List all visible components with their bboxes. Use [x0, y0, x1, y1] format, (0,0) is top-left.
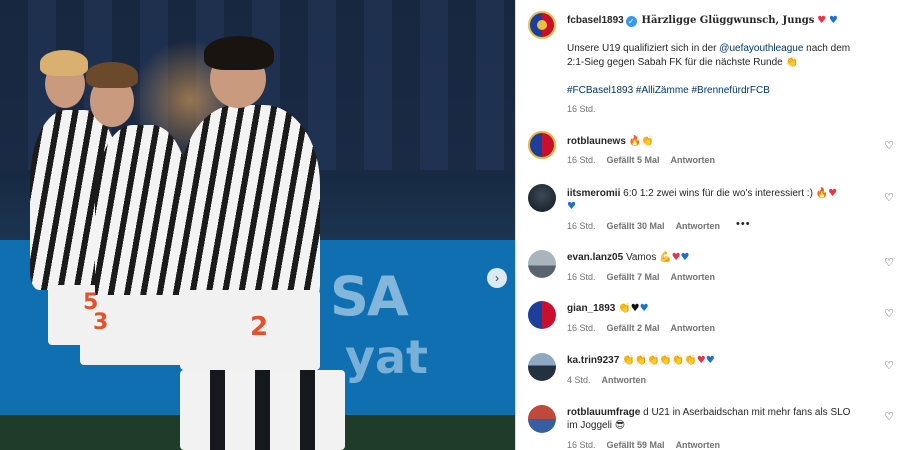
comment-avatar[interactable] [528, 301, 556, 329]
comment-meta: 16 Std. Gefällt 7 Mal Antworten [567, 272, 726, 282]
reply-button[interactable]: Antworten [676, 440, 721, 450]
like-heart-icon[interactable]: ♡ [883, 360, 895, 372]
comment-text: rotblauumfrage d U21 in Aserbaidschan mi… [567, 406, 850, 420]
comment-text-line2: ♥ [567, 200, 576, 214]
comment-username[interactable]: gian_1893 [567, 303, 615, 314]
like-heart-icon[interactable]: ♡ [883, 411, 895, 423]
comment-username[interactable]: iitsmeromii [567, 188, 620, 199]
caption-body-post: nach dem [803, 43, 851, 54]
caption-body-line1: Unsere U19 qualifiziert sich in der @uef… [567, 42, 850, 56]
caption-title: Härzligge Glüggwunsch, Jungs [641, 15, 815, 26]
comment-likes[interactable]: Gefällt 30 Mal [607, 221, 665, 231]
heart-red-icon: ♥ [817, 15, 827, 26]
comment-time: 16 Std. [567, 323, 596, 333]
player-middle-hair [86, 62, 138, 88]
author-avatar[interactable] [528, 11, 556, 39]
comment-avatar[interactable] [528, 353, 556, 381]
comment-text: gian_1893 👏♥♥ [567, 302, 649, 316]
comment-likes[interactable]: Gefällt 59 Mal [607, 440, 665, 450]
comment-username[interactable]: ka.trin9237 [567, 355, 619, 366]
comment-avatar[interactable] [528, 184, 556, 212]
reply-button[interactable]: Antworten [676, 221, 721, 231]
player-middle [95, 125, 190, 315]
comment-text: evan.lanz05 Vamos 💪♥♥ [567, 251, 690, 265]
shirt-number-2: 2 [250, 312, 269, 342]
more-options-icon[interactable]: ••• [736, 218, 751, 230]
comment-text: ka.trin9237 👏👏👏👏👏👏♥♥ [567, 354, 715, 368]
comment-username[interactable]: rotblaunews [567, 136, 626, 147]
verified-badge-icon: ✓ [625, 16, 637, 27]
reply-button[interactable]: Antworten [671, 155, 716, 165]
fire-icon: 🔥 [628, 136, 642, 147]
player-right-hair [204, 36, 274, 70]
comment-likes[interactable]: Gefällt 2 Mal [607, 323, 660, 333]
like-heart-icon[interactable]: ♡ [883, 192, 895, 204]
comment-text: iitsmeromii 6:0 1:2 zwei wins für die wo… [567, 187, 837, 201]
board-text-top: SA [330, 265, 409, 328]
flexed-arm-icon: 💪 [659, 252, 672, 263]
post-photo[interactable]: SA yat 5 3 2 › [0, 0, 515, 450]
caption-header: fcbasel1893 ✓ Härzligge Glüggwunsch, Jung… [567, 14, 838, 28]
caption-body-pre: Unsere U19 qualifiziert sich in der [567, 43, 720, 54]
player-left-hair [40, 50, 88, 76]
mention-link[interactable]: @uefayouthleague [719, 43, 803, 54]
comment-username[interactable]: evan.lanz05 [567, 252, 623, 263]
post-time: 16 Std. [567, 104, 596, 114]
heart-blue-icon: ♥ [567, 201, 576, 212]
comment-avatar[interactable] [528, 405, 556, 433]
like-heart-icon[interactable]: ♡ [883, 308, 895, 320]
caption-hashtags[interactable]: #FCBasel1893 #AlliZämme #BrennefürdrFCB [567, 84, 770, 98]
reply-button[interactable]: Antworten [671, 323, 716, 333]
comment-meta: 16 Std. Gefällt 59 Mal Antworten [567, 440, 731, 450]
comment-avatar[interactable] [528, 250, 556, 278]
caption-body-line2: 2:1-Sieg gegen Sabah FK für die nächste … [567, 56, 798, 70]
heart-blue-icon: ♥ [639, 303, 649, 314]
comment-likes[interactable]: Gefällt 5 Mal [607, 155, 660, 165]
clap-icon: 👏 [618, 303, 631, 314]
heart-blue-icon: ♥ [828, 15, 838, 26]
heart-red-icon: ♥ [696, 355, 706, 366]
fire-icon: 🔥 [815, 188, 829, 199]
socks [180, 370, 345, 450]
like-heart-icon[interactable]: ♡ [883, 257, 895, 269]
comment-body: Vamos [625, 252, 657, 263]
comment-text-line2: im Joggeli 😎 [567, 420, 626, 431]
clap-icon: 👏 [641, 136, 654, 147]
heart-blue-icon: ♥ [705, 355, 715, 366]
comment-meta: 16 Std. Gefällt 30 Mal Antworten [567, 221, 731, 231]
heart-red-icon: ♥ [828, 188, 838, 199]
author-username[interactable]: fcbasel1893 [567, 15, 624, 26]
comment-body: d U21 in Aserbaidschan mit mehr fans als… [643, 407, 851, 418]
heart-red-icon: ♥ [671, 252, 681, 263]
reply-button[interactable]: Antworten [671, 272, 716, 282]
player-right [180, 105, 320, 305]
next-photo-button[interactable]: › [487, 268, 507, 288]
comment-avatar[interactable] [528, 131, 556, 159]
comment-meta: 16 Std. Gefällt 2 Mal Antworten [567, 323, 726, 333]
comment-meta: 16 Std. Gefällt 5 Mal Antworten [567, 155, 726, 165]
clap-icon: 👏 [785, 57, 798, 68]
shirt-number-3: 3 [93, 310, 109, 335]
comment-meta: 4 Std. Antworten [567, 375, 657, 385]
comment-likes[interactable]: Gefällt 7 Mal [607, 272, 660, 282]
comment-body: 6:0 1:2 zwei wins für die wo's interessi… [623, 188, 813, 199]
caption-body-line2-text: 2:1-Sieg gegen Sabah FK für die nächste … [567, 57, 783, 68]
comment-time: 16 Std. [567, 155, 596, 165]
comment-time: 16 Std. [567, 221, 596, 231]
comment-time: 16 Std. [567, 272, 596, 282]
comment-time: 4 Std. [567, 375, 591, 385]
heart-black-icon: ♥ [630, 303, 640, 314]
board-text-bottom: yat [345, 330, 429, 384]
heart-blue-icon: ♥ [680, 252, 690, 263]
reply-button[interactable]: Antworten [602, 375, 647, 385]
comment-time: 16 Std. [567, 440, 596, 450]
like-heart-icon[interactable]: ♡ [883, 140, 895, 152]
post-viewer: SA yat 5 3 2 › fcbasel1893 ✓ Härzligge Gl… [0, 0, 900, 450]
comments-panel: fcbasel1893 ✓ Härzligge Glüggwunsch, Jung… [515, 0, 900, 450]
comment-username[interactable]: rotblauumfrage [567, 407, 640, 418]
clap-icon: 👏👏👏👏👏👏 [622, 355, 697, 366]
comment-text: rotblaunews 🔥👏 [567, 135, 654, 149]
